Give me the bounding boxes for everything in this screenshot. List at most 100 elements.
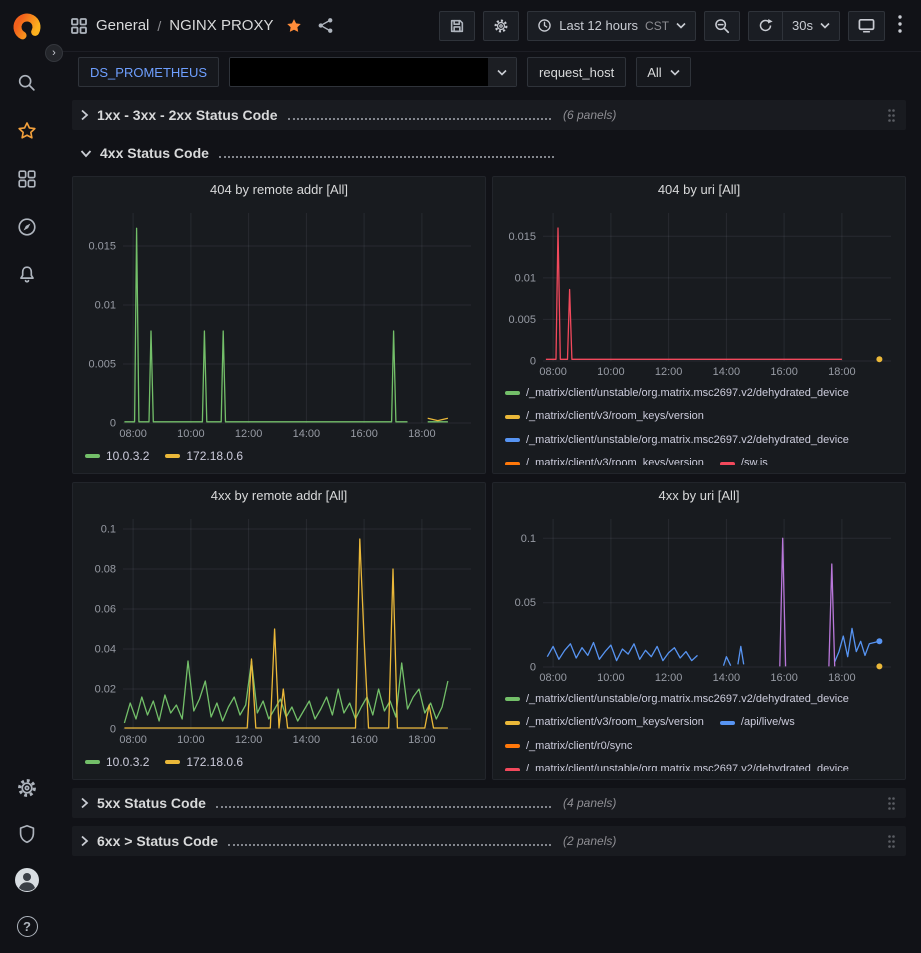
sidebar-item-alerting[interactable] — [14, 262, 40, 288]
search-icon — [16, 72, 38, 94]
legend-swatch — [165, 760, 180, 764]
chevron-right-icon — [80, 835, 89, 847]
panel-title[interactable]: 404 by uri [All] — [493, 177, 905, 203]
legend-item[interactable]: 10.0.3.2 — [85, 449, 149, 463]
svg-text:0.04: 0.04 — [95, 644, 116, 656]
breadcrumb-separator: / — [157, 18, 161, 34]
expand-nav-button[interactable]: › — [45, 44, 63, 62]
star-icon — [16, 120, 38, 142]
legend-swatch — [505, 462, 520, 466]
save-icon — [449, 18, 465, 34]
chevron-down-icon — [676, 22, 686, 29]
sidebar-item-dashboards[interactable] — [14, 166, 40, 192]
legend-swatch — [720, 721, 735, 725]
timeseries-chart[interactable]: 08:0010:0012:0014:0016:0018:0000.0050.01… — [79, 203, 479, 441]
sidebar-item-configuration[interactable] — [14, 775, 40, 801]
legend-item[interactable]: /_matrix/client/unstable/org.matrix.msc2… — [505, 758, 849, 771]
panel-title[interactable]: 4xx by remote addr [All] — [73, 483, 485, 509]
legend-item[interactable]: /_matrix/client/unstable/org.matrix.msc2… — [505, 382, 849, 405]
chevron-right-icon — [80, 797, 89, 809]
refresh-button[interactable] — [748, 11, 782, 41]
sidebar-item-starred[interactable] — [14, 118, 40, 144]
zoom-out-button[interactable] — [704, 11, 740, 41]
dotted-leader — [288, 118, 551, 120]
share-icon[interactable] — [317, 17, 334, 34]
sidebar-item-server-admin[interactable] — [14, 821, 40, 847]
dashboard-settings-button[interactable] — [483, 11, 519, 41]
svg-text:0: 0 — [530, 662, 536, 674]
drag-handle-icon[interactable] — [885, 794, 898, 813]
svg-text:0: 0 — [110, 724, 116, 736]
timeseries-chart[interactable]: 08:0010:0012:0014:0016:0018:0000.050.1 — [499, 509, 899, 685]
legend-swatch — [505, 438, 520, 442]
legend-swatch — [165, 454, 180, 458]
svg-text:0.02: 0.02 — [95, 684, 116, 696]
timeseries-chart[interactable]: 08:0010:0012:0014:0016:0018:0000.0050.01… — [499, 203, 899, 379]
legend-label: 172.18.0.6 — [186, 755, 243, 769]
legend-item[interactable]: /_matrix/client/v3/room_keys/version — [505, 405, 704, 428]
sidebar-item-search[interactable] — [14, 70, 40, 96]
row-4xx[interactable]: 4xx Status Code — [72, 138, 906, 168]
dotted-leader — [216, 806, 551, 808]
legend-label: 10.0.3.2 — [106, 755, 149, 769]
panel-404-by-uri: 404 by uri [All] 08:0010:0012:0014:0016:… — [492, 176, 906, 474]
legend-item[interactable]: 10.0.3.2 — [85, 755, 149, 769]
svg-text:10:00: 10:00 — [177, 734, 205, 746]
row-6xx[interactable]: 6xx > Status Code (2 panels) — [72, 826, 906, 856]
legend-item[interactable]: /api/live/ws — [720, 711, 795, 734]
svg-text:14:00: 14:00 — [293, 734, 321, 746]
panel-title[interactable]: 404 by remote addr [All] — [73, 177, 485, 203]
legend-label: /_matrix/client/unstable/org.matrix.msc2… — [526, 382, 849, 405]
variable-datasource-select[interactable] — [229, 57, 517, 87]
sidebar-item-explore[interactable] — [14, 214, 40, 240]
refresh-interval-label: 30s — [792, 18, 813, 33]
grafana-logo-icon — [12, 12, 42, 42]
legend-item[interactable]: /_matrix/client/v3/room_keys/version — [505, 711, 704, 734]
apps-grid-icon[interactable] — [70, 17, 88, 35]
chevron-down-icon — [80, 149, 92, 158]
refresh-interval-picker[interactable]: 30s — [782, 11, 840, 41]
svg-text:0.08: 0.08 — [95, 564, 116, 576]
panel-404-by-remote-addr: 404 by remote addr [All] 08:0010:0012:00… — [72, 176, 486, 474]
svg-text:12:00: 12:00 — [235, 734, 263, 746]
legend-item[interactable]: /_matrix/client/v3/room_keys/version — [505, 452, 704, 465]
svg-text:16:00: 16:00 — [770, 672, 798, 684]
time-range-picker[interactable]: Last 12 hours CST — [527, 11, 696, 41]
chart-legend: /_matrix/client/unstable/org.matrix.msc2… — [493, 685, 905, 771]
legend-item[interactable]: /_matrix/client/r0/sync — [505, 735, 632, 758]
legend-item[interactable]: 172.18.0.6 — [165, 755, 243, 769]
tv-mode-button[interactable] — [848, 11, 885, 41]
legend-label: /_matrix/client/v3/room_keys/version — [526, 405, 704, 428]
timezone-label: CST — [645, 19, 669, 33]
svg-text:0.05: 0.05 — [515, 597, 536, 609]
svg-text:18:00: 18:00 — [828, 366, 856, 378]
panel-grid: 404 by remote addr [All] 08:0010:0012:00… — [72, 176, 906, 780]
panel-title[interactable]: 4xx by uri [All] — [493, 483, 905, 509]
grafana-logo[interactable] — [12, 12, 42, 42]
sidebar-nav — [14, 70, 40, 288]
svg-text:14:00: 14:00 — [293, 428, 321, 440]
variable-request-host-select[interactable]: All — [636, 57, 690, 87]
sidebar-item-help[interactable]: ? — [14, 913, 40, 939]
breadcrumb-folder[interactable]: General — [96, 17, 149, 34]
legend-item[interactable]: /_matrix/client/unstable/org.matrix.msc2… — [505, 688, 849, 711]
chart-legend: /_matrix/client/unstable/org.matrix.msc2… — [493, 379, 905, 465]
row-title: 4xx Status Code — [100, 145, 209, 161]
sidebar-item-profile[interactable] — [14, 867, 40, 893]
drag-handle-icon[interactable] — [885, 106, 898, 125]
row-5xx[interactable]: 5xx Status Code (4 panels) — [72, 788, 906, 818]
legend-item[interactable]: /_matrix/client/unstable/org.matrix.msc2… — [505, 429, 849, 452]
kebab-menu-button[interactable] — [893, 14, 907, 37]
breadcrumb-title[interactable]: NGINX PROXY — [169, 17, 273, 34]
svg-text:14:00: 14:00 — [713, 366, 741, 378]
legend-item[interactable]: /sw.js — [720, 452, 768, 465]
svg-text:0.1: 0.1 — [521, 533, 536, 545]
chevron-right-icon — [80, 109, 89, 121]
timeseries-chart[interactable]: 08:0010:0012:0014:0016:0018:0000.020.040… — [79, 509, 479, 747]
row-1xx-3xx-2xx[interactable]: 1xx - 3xx - 2xx Status Code (6 panels) — [72, 100, 906, 130]
drag-handle-icon[interactable] — [885, 832, 898, 851]
save-dashboard-button[interactable] — [439, 11, 475, 41]
favorite-star-icon[interactable] — [285, 17, 303, 35]
legend-label: 10.0.3.2 — [106, 449, 149, 463]
legend-item[interactable]: 172.18.0.6 — [165, 449, 243, 463]
